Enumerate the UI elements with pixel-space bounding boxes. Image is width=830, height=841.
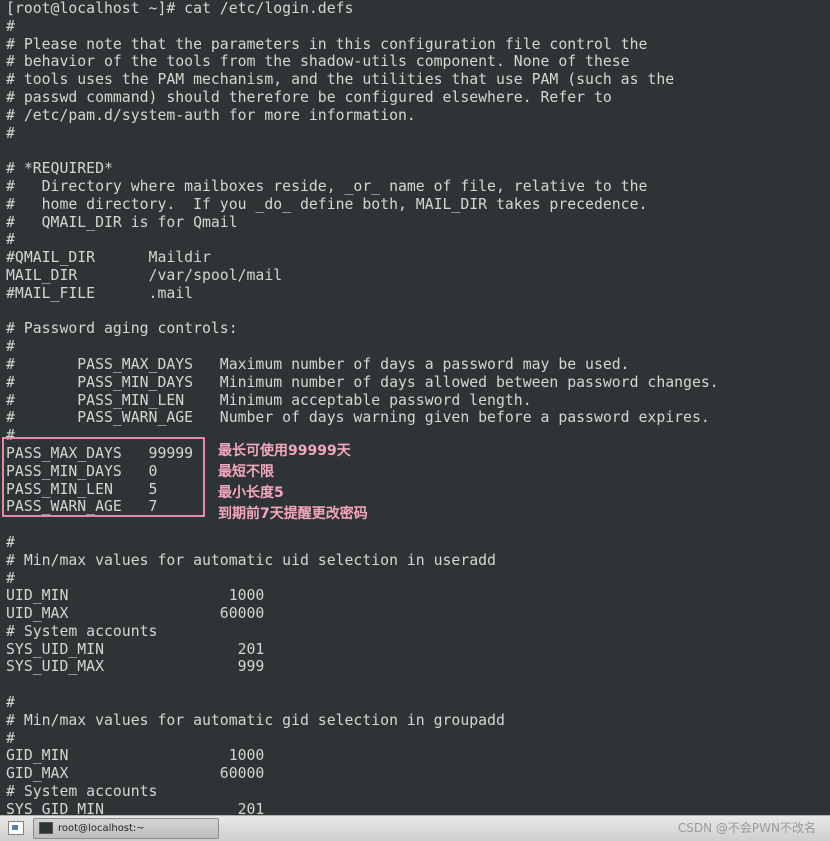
terminal-line: # home directory. If you _do_ define bot… — [6, 195, 648, 213]
annotation-min-days: 最短不限 — [218, 464, 274, 480]
annotation-warn-age: 到期前7天提醒更改密码 — [218, 506, 368, 522]
terminal-line: #MAIL_FILE .mail — [6, 284, 194, 302]
terminal-line: # Please note that the parameters in thi… — [6, 35, 648, 53]
terminal-line: SYS_UID_MIN 201 — [6, 640, 265, 658]
terminal-line: UID_MIN 1000 — [6, 587, 265, 605]
terminal-line: # System accounts — [6, 622, 158, 640]
terminal-line: # — [6, 729, 15, 747]
terminal-line: UID_MAX 60000 — [6, 605, 265, 623]
terminal-line: # — [6, 569, 15, 587]
terminal-line: # — [6, 124, 15, 142]
terminal-line: MAIL_DIR /var/spool/mail — [6, 266, 283, 284]
terminal-line: # PASS_MAX_DAYS Maximum number of days a… — [6, 355, 630, 373]
terminal-line: # passwd command) should therefore be co… — [6, 88, 612, 106]
taskbar: root@localhost:~ CSDN @不会PWN不改名 — [0, 815, 830, 841]
watermark: CSDN @不会PWN不改名 — [677, 821, 816, 835]
terminal-line: # /etc/pam.d/system-auth for more inform… — [6, 106, 416, 124]
terminal-line: # QMAIL_DIR is for Qmail — [6, 213, 238, 231]
terminal-output[interactable]: [root@localhost ~]# cat /etc/login.defs #… — [6, 0, 719, 815]
terminal-line: SYS_GID_MIN 201 — [6, 800, 265, 815]
terminal-line: # System accounts — [6, 783, 158, 801]
terminal-line: # Min/max values for automatic uid selec… — [6, 551, 496, 569]
terminal-line: # — [6, 231, 15, 249]
annotation-min-len: 最小长度5 — [218, 485, 284, 501]
terminal-line: #QMAIL_DIR Maildir — [6, 249, 211, 267]
terminal-line: # — [6, 338, 15, 356]
terminal-line: # *REQUIRED* — [6, 160, 113, 178]
terminal-line: # PASS_MIN_DAYS Minimum number of days a… — [6, 373, 719, 391]
password-settings-highlight — [2, 437, 205, 517]
terminal-line: SYS_UID_MAX 999 — [6, 658, 265, 676]
show-desktop-icon-inner — [12, 825, 18, 830]
terminal-line: # Password aging controls: — [6, 320, 238, 338]
show-desktop-icon[interactable] — [8, 821, 24, 835]
terminal-line: [root@localhost ~]# cat /etc/login.defs — [6, 0, 354, 17]
terminal-line: # Min/max values for automatic gid selec… — [6, 711, 505, 729]
taskbar-terminal-button[interactable]: root@localhost:~ — [33, 818, 219, 839]
terminal-line: # — [6, 533, 15, 551]
password-annotations: 最长可使用99999天 最短不限 最小长度5 到期前7天提醒更改密码 — [218, 441, 368, 525]
terminal-line: GID_MIN 1000 — [6, 747, 265, 765]
terminal-line: GID_MAX 60000 — [6, 765, 265, 783]
terminal-line: # PASS_MIN_LEN Minimum acceptable passwo… — [6, 391, 532, 409]
taskbar-terminal-label: root@localhost:~ — [58, 823, 145, 834]
terminal-line: # — [6, 694, 15, 712]
terminal-icon — [39, 822, 53, 834]
terminal-line: # behavior of the tools from the shadow-… — [6, 53, 630, 71]
terminal-window[interactable]: [root@localhost ~]# cat /etc/login.defs #… — [0, 0, 830, 815]
terminal-line: # PASS_WARN_AGE Number of days warning g… — [6, 409, 710, 427]
terminal-line: # Directory where mailboxes reside, _or_… — [6, 177, 648, 195]
annotation-max-days: 最长可使用99999天 — [218, 443, 351, 459]
terminal-line: # tools uses the PAM mechanism, and the … — [6, 71, 675, 89]
terminal-line: # — [6, 17, 15, 35]
